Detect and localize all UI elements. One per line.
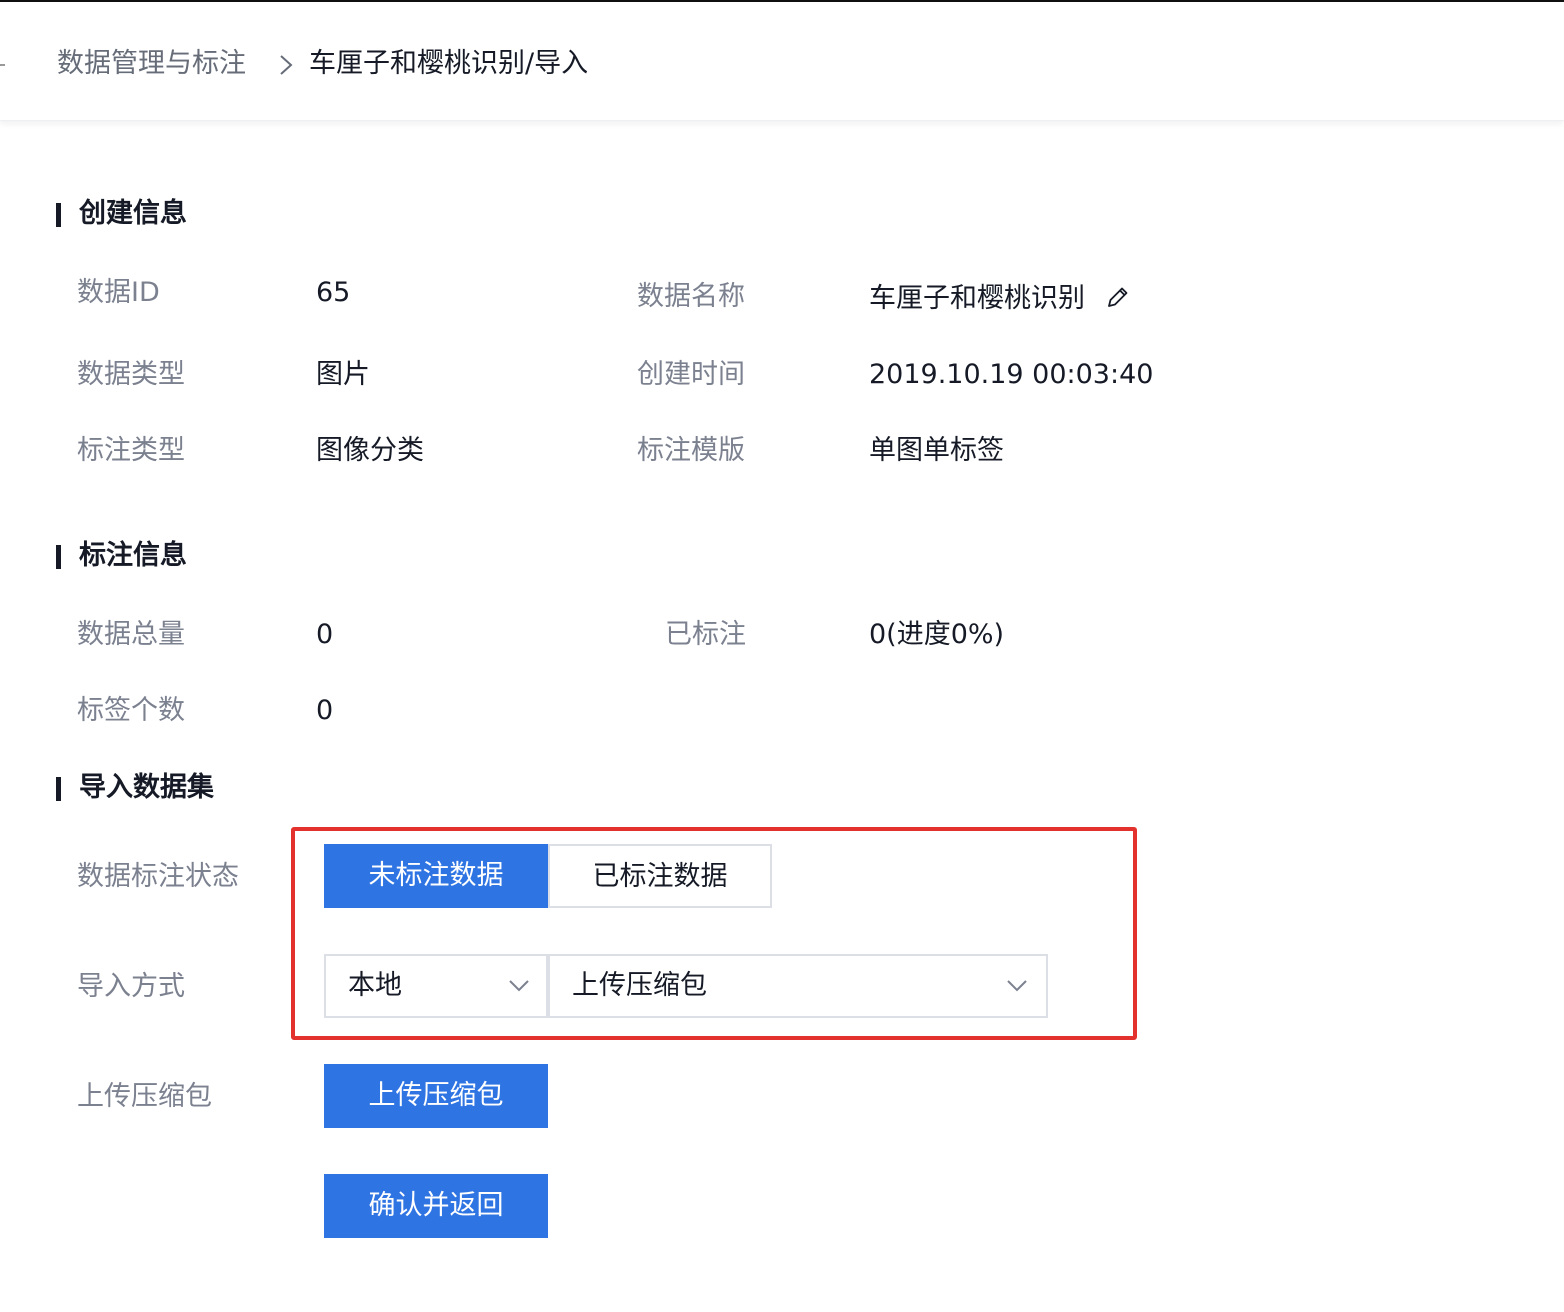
- annotation-status-label: 数据标注状态: [77, 861, 239, 892]
- import-type-select[interactable]: 上传压缩包: [548, 954, 1048, 1018]
- section-title-annotation-info: 标注信息: [79, 540, 187, 571]
- pencil-icon[interactable]: [1105, 284, 1131, 310]
- data-type-value: 图片: [316, 359, 370, 390]
- data-type-label: 数据类型: [77, 359, 185, 390]
- breadcrumb-current: 车厘子和樱桃识别/导入: [309, 48, 589, 79]
- data-id-label: 数据ID: [77, 277, 160, 308]
- section-title-import-dataset: 导入数据集: [79, 772, 214, 803]
- import-type-value: 上传压缩包: [572, 970, 707, 1001]
- data-name-value: 车厘子和樱桃识别: [869, 283, 1085, 314]
- upload-archive-label: 上传压缩包: [77, 1081, 212, 1112]
- annotation-type-value: 图像分类: [316, 435, 424, 466]
- data-total-label: 数据总量: [77, 619, 185, 650]
- create-time-value: 2019.10.19 00:03:40: [869, 359, 1154, 390]
- annotated-data-option[interactable]: 已标注数据: [548, 844, 772, 908]
- upload-archive-button[interactable]: 上传压缩包: [324, 1064, 548, 1128]
- section-marker: [56, 777, 61, 801]
- annotated-label: 已标注: [665, 619, 746, 650]
- annotation-template-value: 单图单标签: [869, 435, 1004, 466]
- unannotated-data-option[interactable]: 未标注数据: [324, 844, 548, 908]
- back-arrow-icon[interactable]: [0, 64, 5, 66]
- section-marker: [56, 545, 61, 569]
- breadcrumb-parent-link[interactable]: 数据管理与标注: [57, 46, 246, 82]
- annotated-value: 0(进度0%): [869, 619, 1005, 650]
- annotation-template-label: 标注模版: [637, 435, 745, 466]
- create-time-label: 创建时间: [637, 359, 745, 390]
- import-source-value: 本地: [348, 970, 402, 1001]
- page-header: 数据管理与标注 车厘子和樱桃识别/导入: [0, 2, 1564, 121]
- tag-count-label: 标签个数: [77, 695, 185, 726]
- tag-count-value: 0: [316, 695, 334, 726]
- data-total-value: 0: [316, 619, 334, 650]
- import-method-label: 导入方式: [77, 971, 185, 1002]
- chevron-right-icon: [280, 55, 293, 75]
- import-source-select[interactable]: 本地: [324, 954, 548, 1018]
- confirm-and-return-button[interactable]: 确认并返回: [324, 1174, 548, 1238]
- section-marker: [56, 203, 61, 227]
- chevron-down-icon: [509, 980, 529, 992]
- data-id-value: 65: [316, 277, 351, 308]
- annotation-type-label: 标注类型: [77, 435, 185, 466]
- chevron-down-icon: [1007, 980, 1027, 992]
- data-name-label: 数据名称: [637, 281, 745, 312]
- section-title-create-info: 创建信息: [79, 198, 187, 229]
